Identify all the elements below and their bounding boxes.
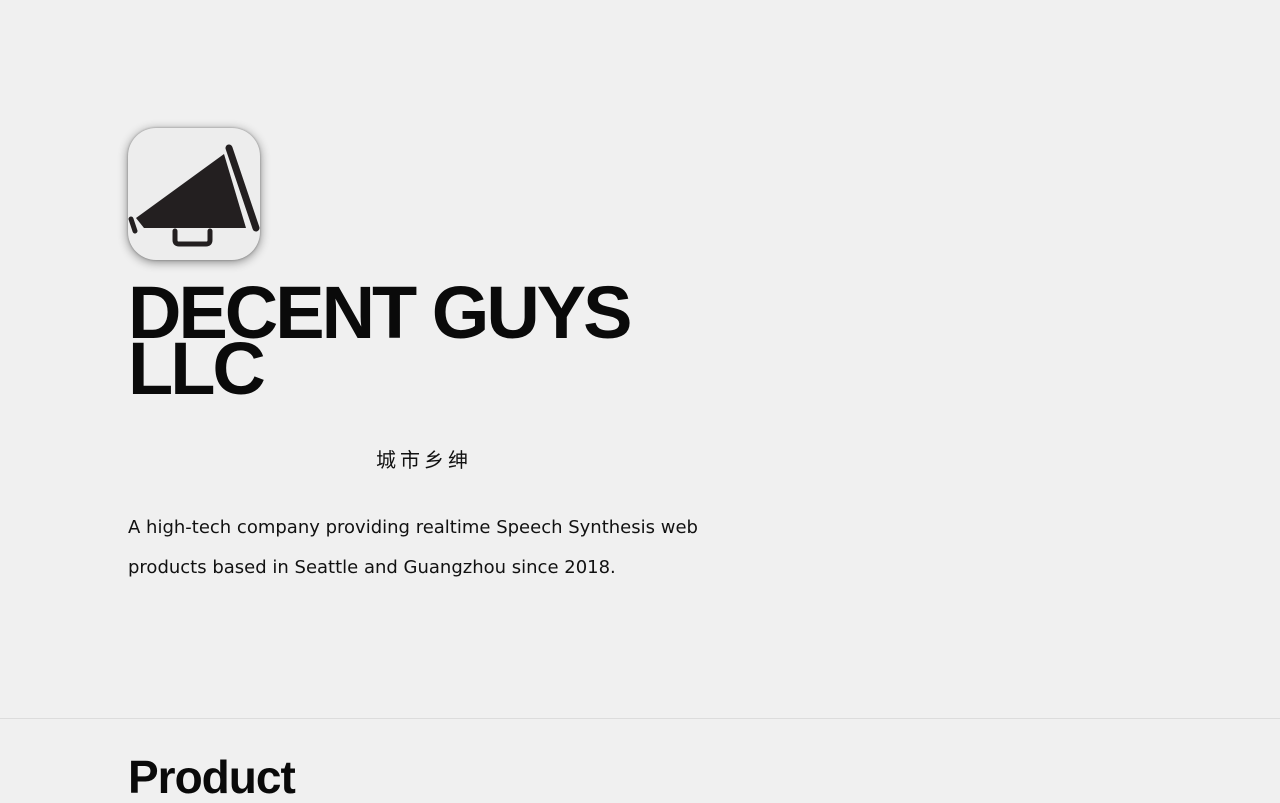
- megaphone-icon: [128, 144, 260, 247]
- company-logo: [128, 128, 260, 260]
- company-description: A high-tech company providing realtime S…: [128, 517, 698, 578]
- company-chinese-name: 城市乡绅: [376, 448, 472, 472]
- company-name: DECENT GUYS LLC: [128, 271, 633, 410]
- product-section-title: Product: [128, 751, 296, 803]
- hero-section: DECENT GUYS LLC 城市乡绅 A high-tech company…: [0, 0, 1280, 718]
- section-divider: [0, 718, 1280, 719]
